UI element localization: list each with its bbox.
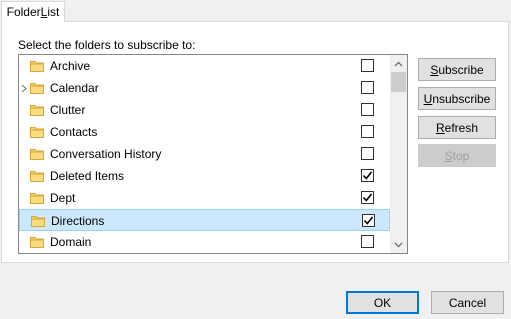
subscribe-button[interactable]: Subscribe xyxy=(418,58,496,81)
subscribe-checkbox[interactable] xyxy=(361,103,374,116)
folder-name: Calendar xyxy=(50,81,99,95)
subscribe-checkbox[interactable] xyxy=(361,59,374,72)
subscribe-checkbox[interactable] xyxy=(361,125,374,138)
tab-label-pre: Folder xyxy=(6,5,41,19)
folder-icon xyxy=(30,170,44,182)
folder-list[interactable]: Domain Directions Dept Deleted Items Convers… xyxy=(18,54,408,254)
folder-name: Clutter xyxy=(50,103,86,117)
subscribe-accel: S xyxy=(430,62,439,77)
subscribe-checkbox[interactable] xyxy=(361,191,374,204)
chevron-right-icon[interactable] xyxy=(20,77,28,99)
folder-row[interactable]: Calendar xyxy=(19,77,390,99)
scroll-down-arrow-icon[interactable] xyxy=(390,236,407,253)
stop-accel: S xyxy=(444,148,453,163)
stop-label: top xyxy=(452,148,470,163)
folder-name: Contacts xyxy=(50,125,98,139)
folder-name: Deleted Items xyxy=(50,169,125,183)
folder-name: Dept xyxy=(50,191,76,205)
tab-label-accel: L xyxy=(40,5,48,19)
folder-name: Archive xyxy=(50,59,91,73)
subscribe-checkbox[interactable] xyxy=(361,147,374,160)
subscribe-label: ubscribe xyxy=(438,62,484,77)
folder-name: Domain xyxy=(50,235,92,249)
folder-subscription-dialog: Folder List Select the folders to subscr… xyxy=(0,0,511,319)
folder-row[interactable]: Deleted Items xyxy=(19,165,390,187)
scroll-up-arrow-icon[interactable] xyxy=(390,55,407,72)
unsubscribe-label: nsubscribe xyxy=(432,91,491,106)
refresh-accel: R xyxy=(435,120,445,135)
scroll-thumb[interactable] xyxy=(391,72,406,92)
folder-icon xyxy=(30,104,44,116)
refresh-button[interactable]: Refresh xyxy=(418,116,496,139)
cancel-button[interactable]: Cancel xyxy=(431,291,504,314)
folder-row[interactable]: Dept xyxy=(19,187,390,209)
checkmark-icon xyxy=(362,171,373,180)
stop-button[interactable]: Stop xyxy=(418,144,496,167)
folder-icon xyxy=(31,215,45,227)
folder-name: Directions xyxy=(51,214,105,228)
folder-icon xyxy=(30,126,44,138)
refresh-label: efresh xyxy=(444,120,479,135)
folder-icon xyxy=(30,192,44,204)
ok-button[interactable]: OK xyxy=(346,291,419,314)
folder-icon xyxy=(30,148,44,160)
tab-folder-list[interactable]: Folder List xyxy=(1,1,65,22)
unsubscribe-button[interactable]: Unsubscribe xyxy=(418,87,496,110)
folder-icon xyxy=(30,60,44,72)
folder-row[interactable]: Domain xyxy=(19,231,390,253)
folder-icon xyxy=(30,236,44,248)
vertical-scrollbar[interactable] xyxy=(390,55,407,253)
tab-label-post: ist xyxy=(47,5,60,19)
folder-icon xyxy=(30,82,44,94)
folder-row[interactable]: Directions xyxy=(19,209,390,231)
checkmark-icon xyxy=(363,216,374,225)
subscribe-checkbox[interactable] xyxy=(361,235,374,248)
folder-row[interactable]: Conversation History xyxy=(19,143,390,165)
folder-row[interactable]: Contacts xyxy=(19,121,390,143)
prompt-label: Select the folders to subscribe to: xyxy=(18,38,196,52)
subscribe-checkbox[interactable] xyxy=(361,169,374,182)
checkmark-icon xyxy=(362,193,373,202)
folder-row[interactable]: Archive xyxy=(19,55,390,77)
folder-row[interactable]: Clutter xyxy=(19,99,390,121)
subscribe-checkbox[interactable] xyxy=(361,81,374,94)
folder-name: Conversation History xyxy=(50,147,162,161)
unsubscribe-accel: U xyxy=(423,91,433,106)
subscribe-checkbox[interactable] xyxy=(362,214,375,227)
